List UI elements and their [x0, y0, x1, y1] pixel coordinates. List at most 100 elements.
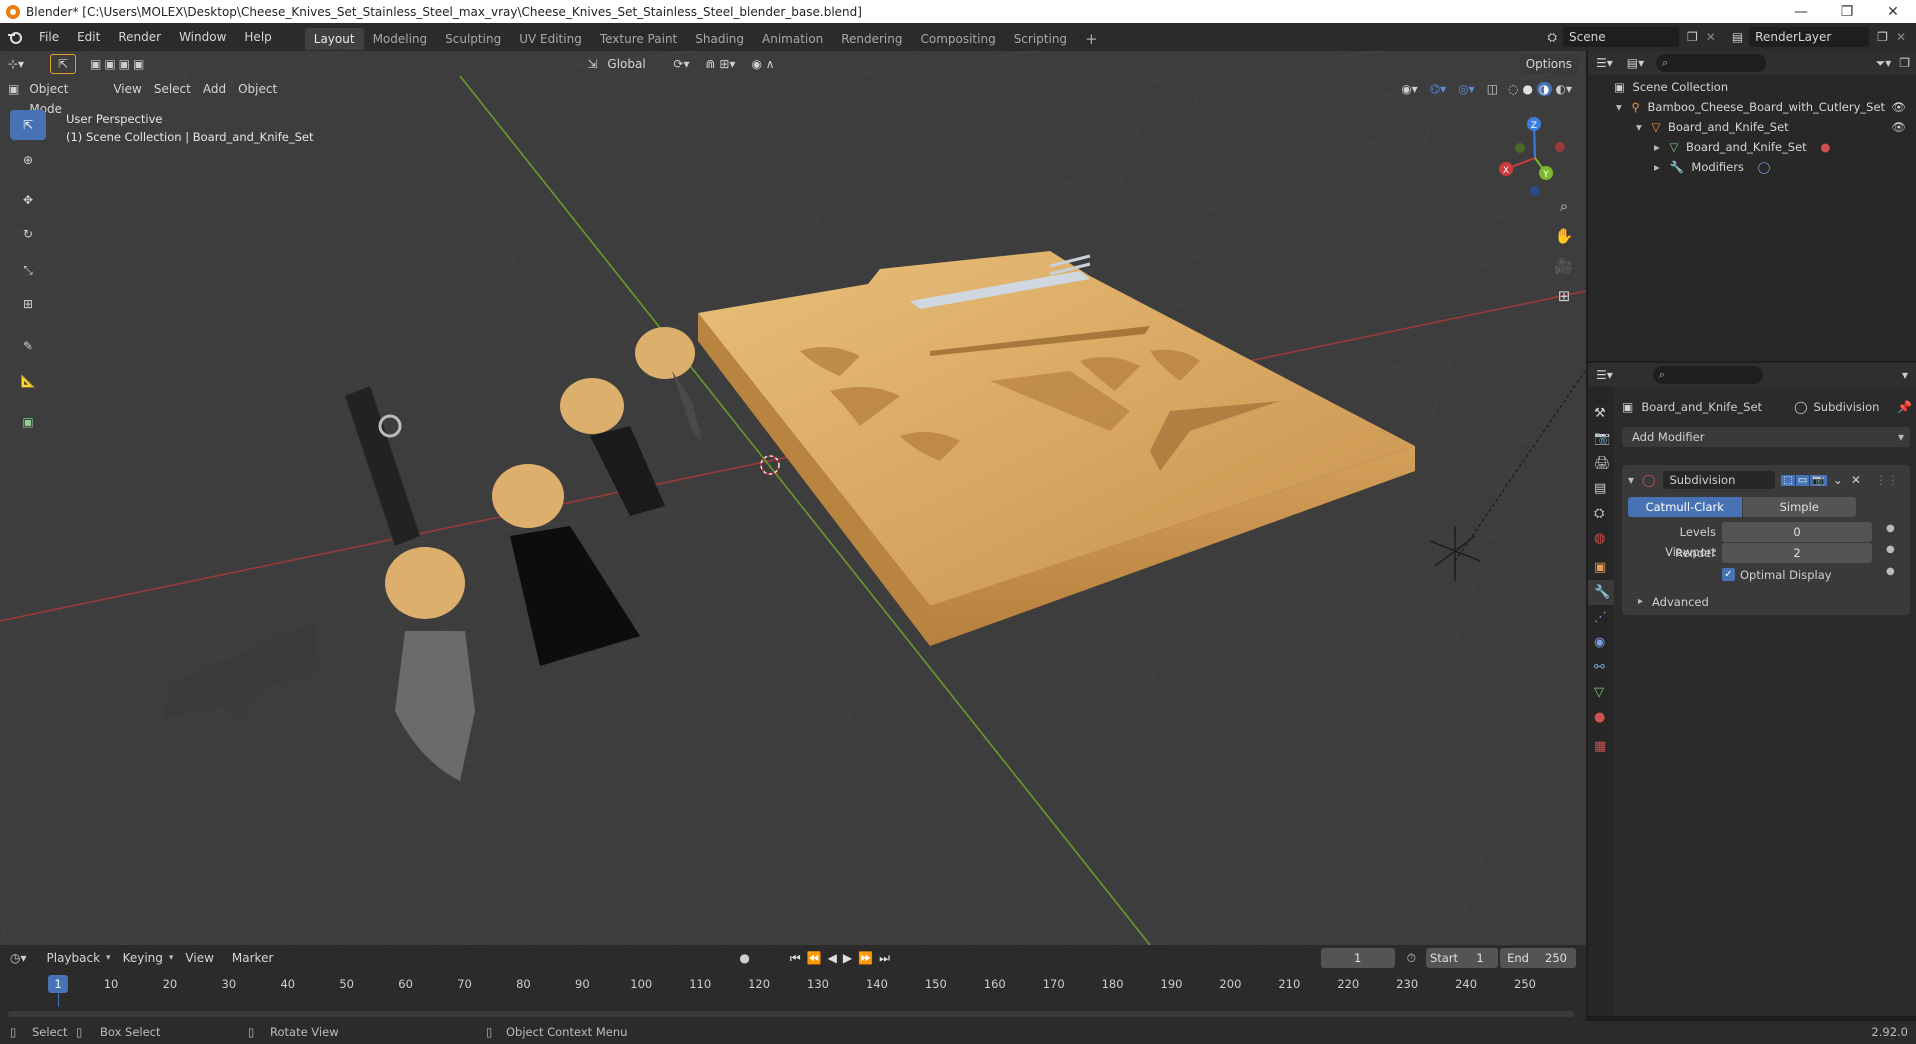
move-tool-button[interactable]: ✥: [10, 185, 46, 215]
tab-sculpting[interactable]: Sculpting: [436, 28, 510, 50]
menu-keying[interactable]: Keying: [117, 948, 169, 968]
optimal-display-checkbox[interactable]: ✓: [1722, 568, 1735, 581]
snap-icon[interactable]: ⋒ ⊞▾: [706, 57, 736, 71]
edit-mode-toggle-icon[interactable]: ⬚: [1781, 474, 1795, 486]
tab-rendering[interactable]: Rendering: [832, 28, 911, 50]
view-layer-tab-icon[interactable]: ▤: [1594, 476, 1614, 501]
menu-timeline-view[interactable]: View: [179, 948, 219, 968]
menu-view[interactable]: View: [107, 79, 147, 99]
current-frame-field[interactable]: 1: [1320, 948, 1395, 968]
select-box-tool-icon[interactable]: ⇱: [50, 54, 76, 74]
start-frame-field[interactable]: 1: [1462, 948, 1498, 968]
tab-layout[interactable]: Layout: [304, 27, 364, 50]
modifier-name-field[interactable]: Subdivision: [1663, 471, 1776, 489]
play-reverse-icon[interactable]: ◀: [828, 951, 837, 965]
outliner-row-modifiers[interactable]: ▸ 🔧 Modifiers ◯: [1588, 157, 1916, 177]
select-tool-button[interactable]: ⇱: [10, 110, 46, 140]
tab-compositing[interactable]: Compositing: [911, 28, 1004, 50]
shading-rendered-icon[interactable]: ◐▾: [1556, 82, 1573, 96]
outliner-row-scene-collection[interactable]: ▣ Scene Collection: [1588, 77, 1916, 97]
expand-arrow-icon[interactable]: ▾: [1636, 120, 1642, 134]
end-frame-field[interactable]: 250: [1536, 948, 1576, 968]
transform-orientation-dropdown[interactable]: Global: [601, 54, 661, 74]
outliner-row-collection[interactable]: ▾ ⚲ Bamboo_Cheese_Board_with_Cutlery_Set…: [1588, 97, 1916, 117]
delete-view-layer-icon[interactable]: ✕: [1896, 30, 1906, 44]
scene-tab-icon[interactable]: ⛭: [1594, 501, 1614, 526]
world-tab-icon[interactable]: ◍: [1594, 526, 1614, 551]
viewport-toggle-icon[interactable]: ▭: [1795, 474, 1810, 486]
outliner-editor-icon[interactable]: ☰▾: [1596, 56, 1613, 70]
keyframe-dot-icon[interactable]: ●: [1886, 566, 1895, 577]
keyframe-dot-icon[interactable]: ●: [1886, 523, 1895, 534]
menu-file[interactable]: File: [30, 23, 68, 51]
expand-arrow-icon[interactable]: ▸: [1638, 592, 1643, 612]
blender-menu-icon[interactable]: [0, 29, 30, 45]
tab-modeling[interactable]: Modeling: [364, 28, 437, 50]
play-icon[interactable]: ▶: [843, 951, 852, 965]
tab-texture-paint[interactable]: Texture Paint: [591, 28, 686, 50]
keyframe-dot-icon[interactable]: ●: [1886, 544, 1895, 555]
options-dropdown[interactable]: Options: [1519, 54, 1578, 74]
gizmo-toggle-icon[interactable]: ⌬▾: [1430, 82, 1447, 96]
navigation-gizmo[interactable]: Z X Y: [1490, 113, 1580, 203]
menu-select[interactable]: Select: [148, 79, 197, 99]
remove-modifier-icon[interactable]: ✕: [1851, 473, 1861, 487]
jump-start-icon[interactable]: ⏮: [790, 951, 801, 966]
menu-marker[interactable]: Marker: [226, 948, 279, 968]
menu-help[interactable]: Help: [235, 23, 280, 51]
timeline-scrollbar[interactable]: [8, 1011, 1574, 1017]
modifier-menu-icon[interactable]: ⌄: [1833, 473, 1843, 487]
add-modifier-dropdown[interactable]: Add Modifier ▾: [1622, 427, 1910, 447]
pan-hand-icon[interactable]: ✋: [1552, 221, 1576, 251]
output-tab-icon[interactable]: 🖨: [1594, 451, 1614, 476]
scale-tool-button[interactable]: ⤡: [10, 255, 46, 285]
properties-editor-icon[interactable]: ☰▾: [1596, 368, 1613, 382]
maximize-button[interactable]: ❐: [1824, 0, 1870, 23]
measure-tool-button[interactable]: 📐: [10, 366, 46, 396]
xray-icon[interactable]: ◫: [1487, 82, 1498, 96]
3d-viewport[interactable]: ⊹▾ ⇱ ▣▣▣▣ ⇲ Global ⟳▾ ⋒ ⊞▾ ◉ ∧ Options ▣…: [0, 51, 1586, 945]
tab-uv-editing[interactable]: UV Editing: [510, 28, 591, 50]
shading-solid-icon[interactable]: ●: [1523, 82, 1533, 96]
menu-add[interactable]: Add: [197, 79, 232, 99]
camera-icon[interactable]: 🎥: [1552, 251, 1576, 281]
object-tab-icon[interactable]: ▣: [1594, 555, 1614, 580]
tab-animation[interactable]: Animation: [753, 28, 832, 50]
cursor-tool-button[interactable]: ⊕: [10, 145, 46, 175]
jump-end-icon[interactable]: ⏭: [879, 951, 890, 966]
record-icon[interactable]: ●: [739, 951, 749, 965]
timeline-ruler[interactable]: 1102030405060708090100110120130140150160…: [0, 971, 1586, 1021]
expand-arrow-icon[interactable]: ▸: [1654, 160, 1660, 174]
transform-tool-button[interactable]: ⊞: [10, 289, 46, 319]
display-mode-icon[interactable]: ▤▾: [1627, 56, 1644, 70]
simple-option[interactable]: Simple: [1742, 497, 1856, 517]
expand-arrow-icon[interactable]: ▾: [1616, 100, 1622, 114]
particles-tab-icon[interactable]: ⋰: [1594, 605, 1614, 630]
overlay-toggle-icon[interactable]: ◎▾: [1458, 82, 1475, 96]
object-mode-dropdown[interactable]: Object Mode: [23, 79, 107, 116]
close-window-button[interactable]: ✕: [1870, 0, 1916, 23]
menu-render[interactable]: Render: [109, 23, 170, 51]
material-tab-icon[interactable]: ●: [1594, 705, 1614, 730]
tab-scripting[interactable]: Scripting: [1005, 28, 1076, 50]
tool-tab-icon[interactable]: ⚒: [1594, 401, 1614, 426]
shading-wireframe-icon[interactable]: ◌: [1508, 82, 1518, 96]
modifier-tab-icon[interactable]: 🔧: [1588, 580, 1614, 605]
copy-view-layer-icon[interactable]: ❐: [1877, 30, 1888, 44]
zoom-icon[interactable]: ⌕: [1552, 191, 1576, 221]
menu-edit[interactable]: Edit: [68, 23, 109, 51]
add-cube-tool-button[interactable]: ▣: [10, 407, 46, 437]
physics-tab-icon[interactable]: ◉: [1594, 630, 1614, 655]
minimize-button[interactable]: —: [1778, 0, 1824, 23]
collapse-arrow-icon[interactable]: ▾: [1628, 473, 1634, 487]
new-collection-icon[interactable]: ❐: [1899, 56, 1910, 70]
proportional-edit-icon[interactable]: ◉ ∧: [751, 57, 774, 71]
outliner-search-input[interactable]: ⌕: [1656, 54, 1767, 72]
copy-scene-icon[interactable]: ❐: [1687, 30, 1698, 44]
visibility-eye-icon[interactable]: 👁: [1891, 97, 1906, 117]
properties-search-input[interactable]: ⌕: [1652, 366, 1763, 384]
drag-handle-icon[interactable]: ⋮⋮: [1875, 473, 1899, 487]
scene-selector[interactable]: Scene: [1563, 27, 1679, 47]
render-levels-field[interactable]: 2: [1722, 543, 1872, 563]
selection-mode-icons[interactable]: ▣▣▣▣: [90, 57, 147, 71]
